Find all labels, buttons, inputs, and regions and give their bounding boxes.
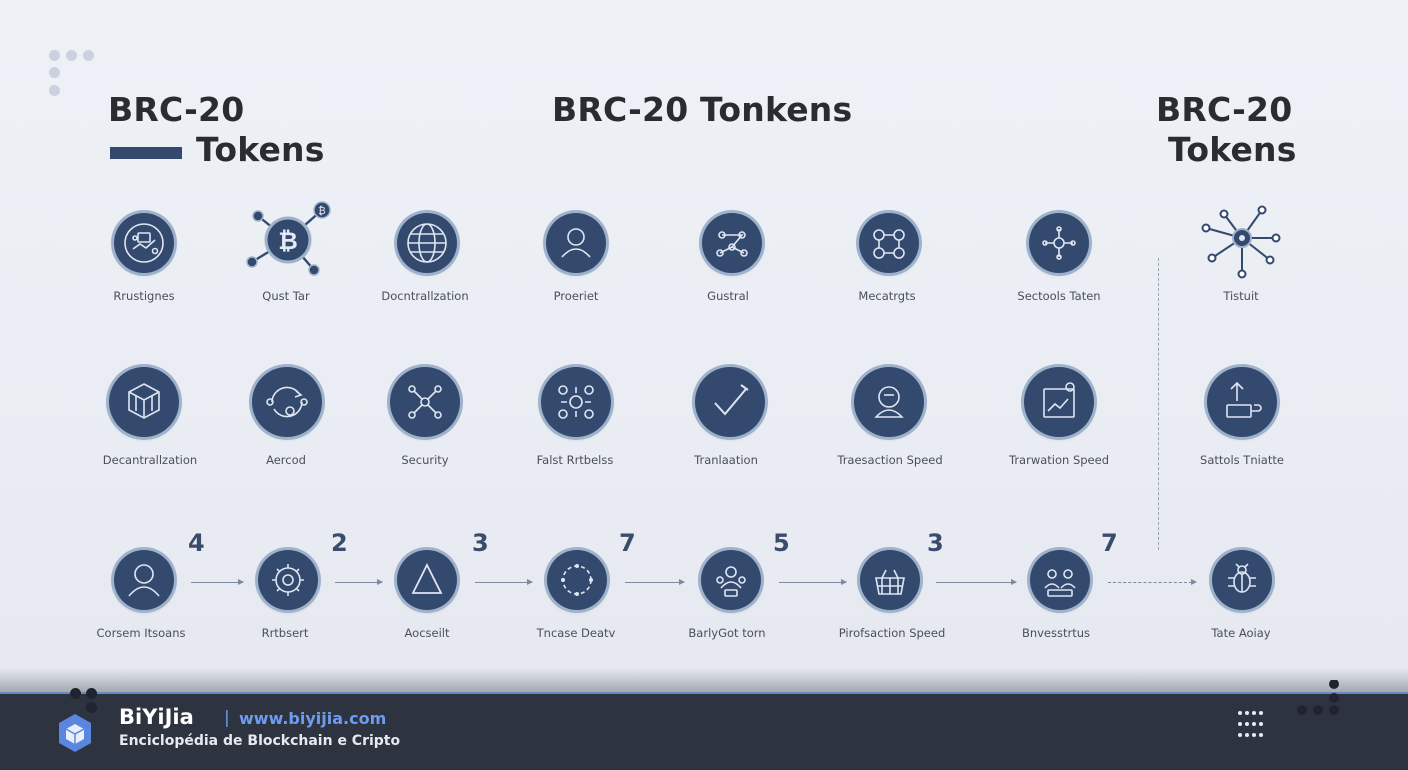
row2-label: Tranlaation — [694, 453, 758, 467]
row3-label: Aocseilt — [404, 626, 450, 640]
flow-arrow-dashed — [1108, 582, 1192, 583]
title-right-line2: Tokens — [1168, 130, 1297, 169]
row3-label: Tncase Deatv — [536, 626, 616, 640]
flow-arrow-head — [1191, 579, 1197, 585]
triangle-icon — [397, 550, 457, 610]
cycle-icon — [252, 367, 322, 437]
brand-tagline: Enciclopédia de Blockchain e Cripto — [119, 733, 401, 749]
row2-label: Trarwation Speed — [1008, 453, 1110, 467]
basket-icon — [860, 550, 920, 610]
flow-arrow — [191, 579, 244, 585]
team-icon — [1030, 550, 1090, 610]
step-number: 7 — [1101, 529, 1118, 557]
decor-dot — [49, 67, 60, 78]
globe-icon — [397, 213, 457, 273]
title-center: BRC-20 Tonkens — [552, 90, 853, 129]
decor-dot — [49, 85, 60, 96]
svg-text:₿: ₿ — [318, 205, 325, 217]
brand-separator: | — [224, 708, 230, 728]
row3-label: BarlyGot torn — [688, 626, 766, 640]
footer-shadow — [0, 668, 1408, 692]
checkmark-icon — [695, 367, 765, 437]
title-left-line2: Tokens — [196, 130, 325, 169]
row2-label: Traesaction Speed — [837, 453, 943, 467]
title-right-line1: BRC-20 — [1156, 90, 1293, 129]
row3-label: Pirofsaction Speed — [838, 626, 946, 640]
footer-bar: BiYiJia | www.biyijia.com Enciclopédia d… — [0, 679, 1408, 770]
svg-text:₿: ₿ — [278, 227, 298, 255]
step-number: 3 — [927, 529, 944, 557]
row3-label: Tate Aoiay — [1211, 626, 1271, 640]
bitcoin-network-icon: ₿ ₿ — [238, 196, 338, 286]
row1-label: Tistuit — [1223, 289, 1259, 303]
person-icon — [114, 550, 174, 610]
profile-icon — [854, 367, 924, 437]
bug-icon — [1212, 550, 1272, 610]
grid-menu-icon — [1237, 710, 1265, 738]
flow-arrow — [625, 579, 685, 585]
step-number: 3 — [472, 529, 489, 557]
row1-label: Gustral — [707, 289, 749, 303]
document-chart-icon — [1024, 367, 1094, 437]
title-left-line1: BRC-20 — [108, 90, 245, 129]
linked-nodes-icon — [859, 213, 919, 273]
upload-icon — [1207, 367, 1277, 437]
network-icon — [390, 367, 460, 437]
people-icon — [701, 550, 761, 610]
footer-dots-right — [1296, 679, 1346, 720]
flow-arrow — [475, 579, 533, 585]
decor-dot — [83, 50, 94, 61]
brand-url-link[interactable]: www.biyijia.com — [239, 709, 386, 728]
step-number: 5 — [773, 529, 790, 557]
row2-label: Sattols Tniatte — [1200, 453, 1284, 467]
brand-name: BiYiJia — [119, 705, 194, 729]
cross-nodes-icon — [1029, 213, 1089, 273]
hand-data-icon — [114, 213, 174, 273]
user-icon — [546, 213, 606, 273]
flow-arrow — [779, 579, 847, 585]
network-nodes-icon — [702, 213, 762, 273]
row1-label: Sectools Taten — [1017, 289, 1101, 303]
title-accent-bar — [110, 147, 182, 159]
gear-icon — [258, 550, 318, 610]
step-number: 2 — [331, 529, 348, 557]
step-number: 7 — [619, 529, 636, 557]
row1-label: Proeriet — [553, 289, 599, 303]
flow-arrow — [335, 579, 383, 585]
row3-label: Bnvesstrtus — [1021, 626, 1091, 640]
row1-label: Mecatrgts — [858, 289, 916, 303]
row1-label: Docntrallzation — [381, 289, 469, 303]
step-number: 4 — [188, 529, 205, 557]
cube-shield-icon — [109, 367, 179, 437]
hub-network-icon — [1196, 200, 1286, 284]
cycle-icon — [547, 550, 607, 610]
decor-dot — [49, 50, 60, 61]
row2-label: Security — [401, 453, 449, 467]
flow-arrow — [936, 579, 1017, 585]
cube-logo-icon — [56, 712, 94, 754]
gear-cluster-icon — [541, 367, 611, 437]
decor-dot — [66, 50, 77, 61]
row2-label: Falst Rrtbelss — [536, 453, 614, 467]
